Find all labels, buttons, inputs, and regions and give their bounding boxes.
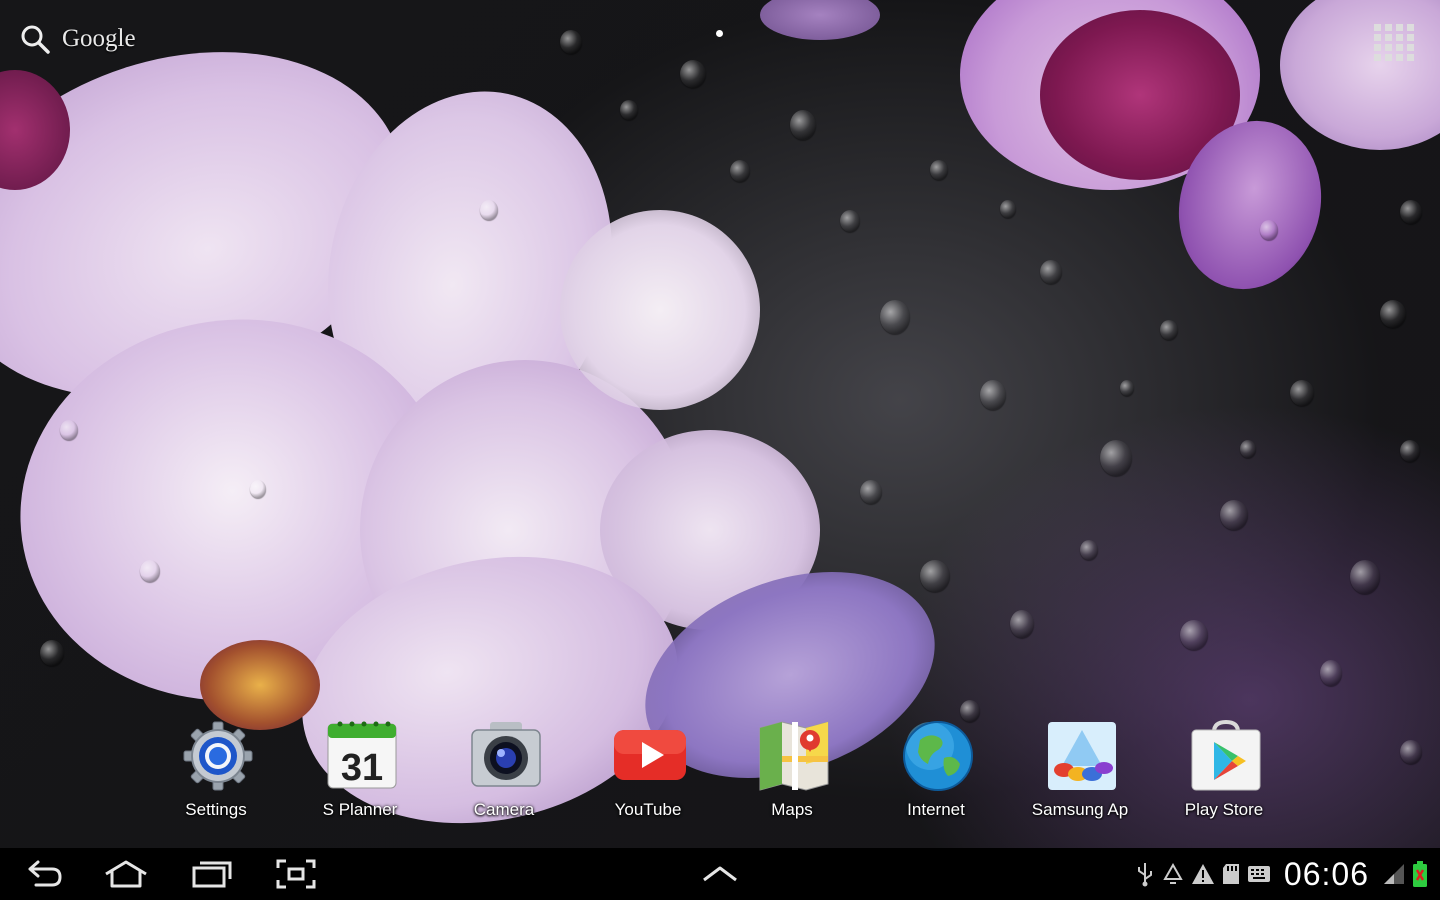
status-area[interactable]: 06:06: [1132, 848, 1440, 900]
battery-icon: [1412, 860, 1428, 888]
rain-drop: [1350, 560, 1380, 594]
app-label: Settings: [185, 800, 247, 819]
app-label: YouTube: [614, 800, 682, 819]
app-label: Internet: [907, 800, 965, 819]
rain-drop: [1320, 660, 1342, 686]
app-camera[interactable]: Camera: [434, 712, 574, 840]
google-search-bar[interactable]: Google: [18, 22, 136, 56]
rain-drop: [1290, 380, 1314, 406]
youtube-icon: [614, 730, 686, 780]
camera-icon: [471, 722, 541, 787]
rain-drop: [1400, 440, 1420, 462]
rain-drop: [1040, 260, 1062, 284]
mini-apps-tray-button[interactable]: [688, 848, 752, 900]
sd-card-icon: [1221, 862, 1241, 886]
app-label: Camera: [473, 800, 535, 819]
rain-drop: [1100, 440, 1132, 476]
screenshot-button[interactable]: [264, 848, 328, 900]
rain-drop: [840, 210, 860, 232]
rain-drop: [1260, 220, 1278, 240]
app-settings[interactable]: Settings: [146, 712, 286, 840]
rain-drop: [1240, 440, 1256, 458]
app-internet[interactable]: Internet: [866, 712, 1006, 840]
calendar-icon: 31: [327, 721, 397, 789]
signal-icon: [1382, 862, 1406, 886]
warning-icon: [1191, 862, 1215, 886]
play-store-icon: [1191, 719, 1261, 791]
chevron-up-icon: [703, 866, 737, 882]
sync-icon: [1161, 862, 1185, 886]
rain-drop: [1400, 740, 1422, 764]
app-label: Maps: [771, 800, 813, 819]
usb-icon: [1135, 861, 1155, 887]
navigation-bar: 06:06: [0, 848, 1440, 900]
app-label: Play Store: [1184, 800, 1264, 819]
search-icon: [18, 22, 52, 56]
status-clock: 06:06: [1283, 855, 1369, 892]
app-label: S Planner: [322, 800, 398, 819]
home-icon: [105, 860, 147, 888]
page-indicator: [716, 30, 723, 37]
google-search-label: Google: [62, 25, 136, 52]
rain-drop: [680, 60, 706, 88]
app-maps[interactable]: Maps: [722, 712, 862, 840]
rain-drop: [40, 640, 64, 666]
orchid-petal: [760, 0, 880, 40]
rain-drop: [250, 480, 266, 498]
rain-drop: [60, 420, 78, 440]
keyboard-icon: [1247, 863, 1271, 885]
app-youtube[interactable]: YouTube: [578, 712, 718, 840]
apps-grid-icon: [1374, 24, 1414, 61]
rain-drop: [480, 200, 498, 220]
rain-drop: [1380, 300, 1406, 328]
rain-drop: [560, 30, 582, 54]
rain-drop: [860, 480, 882, 504]
rain-drop: [140, 560, 160, 582]
calendar-date: 31: [341, 747, 383, 789]
rain-drop: [1000, 200, 1016, 218]
rain-drop: [930, 160, 948, 180]
rain-drop: [790, 110, 816, 140]
apps-grid-button[interactable]: [1372, 22, 1418, 62]
rain-drop: [880, 300, 910, 334]
back-icon: [28, 860, 62, 887]
app-s-planner[interactable]: 31 S Planner: [290, 712, 430, 840]
screenshot-icon: [276, 859, 316, 889]
rain-drop: [1220, 500, 1248, 530]
recent-apps-button[interactable]: [180, 848, 244, 900]
samsung-apps-icon: [1048, 722, 1116, 790]
rain-drop: [1400, 200, 1422, 224]
rain-drop: [730, 160, 750, 182]
rain-drop: [920, 560, 950, 592]
rain-drop: [1080, 540, 1098, 560]
rain-drop: [980, 380, 1006, 410]
maps-icon: [759, 721, 829, 791]
app-play-store[interactable]: Play Store: [1154, 712, 1294, 840]
settings-icon: [183, 721, 253, 791]
rain-drop: [1160, 320, 1178, 340]
rain-drop: [1120, 380, 1134, 396]
app-label: Samsung Ap: [1031, 800, 1129, 819]
rain-drop: [620, 100, 638, 120]
back-button[interactable]: [12, 848, 76, 900]
globe-icon: [903, 721, 973, 791]
app-samsung-apps[interactable]: Samsung Ap: [1010, 712, 1150, 840]
rain-drop: [1010, 610, 1034, 638]
home-button[interactable]: [94, 848, 158, 900]
rain-drop: [1180, 620, 1208, 650]
app-dock: Settings 31 S Planner Camera YouTube Map…: [140, 712, 1300, 840]
recent-apps-icon: [192, 861, 232, 888]
